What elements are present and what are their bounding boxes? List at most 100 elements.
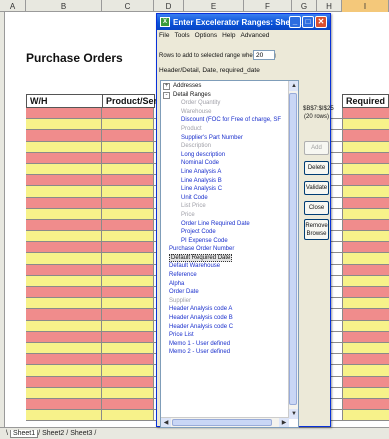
table-cell[interactable] (342, 298, 389, 309)
table-cell[interactable] (342, 376, 389, 387)
tree-item[interactable]: Order Date (161, 288, 289, 297)
table-cell[interactable] (102, 376, 154, 387)
maximize-icon[interactable]: □ (302, 16, 314, 28)
table-cell[interactable] (26, 186, 102, 197)
table-cell[interactable] (342, 287, 389, 298)
tree-item[interactable]: Line Analysis C (161, 185, 289, 194)
tree-item[interactable]: + Addresses (161, 82, 289, 91)
tree-item[interactable]: Header Analysis code B (161, 314, 289, 323)
table-cell[interactable] (102, 298, 154, 309)
scroll-up-icon[interactable]: ▲ (289, 81, 298, 91)
table-cell[interactable] (342, 331, 389, 342)
table-cell[interactable] (342, 231, 389, 242)
tree-item[interactable]: Default Warehouse (161, 262, 289, 271)
tree-item[interactable]: Line Analysis A (161, 168, 289, 177)
table-cell[interactable] (102, 398, 154, 410)
header-cell-required-date[interactable]: Required Date (342, 94, 389, 118)
header-cell-wh[interactable]: W/H (26, 94, 103, 108)
tree-item[interactable]: Warehouse (161, 108, 289, 117)
table-cell[interactable] (102, 365, 154, 376)
table-cell[interactable] (342, 354, 389, 365)
tree-item[interactable]: Description (161, 142, 289, 151)
table-cell[interactable] (102, 309, 154, 320)
remove-browse-button[interactable]: Remove Browse (304, 219, 329, 240)
tree-item[interactable]: Header Analysis code C (161, 323, 289, 332)
table-cell[interactable] (26, 119, 102, 130)
tree-item[interactable]: - Detail Ranges (161, 91, 289, 100)
table-cell[interactable] (342, 309, 389, 320)
tab-sheet1[interactable]: Sheet1 (9, 429, 39, 438)
column-header-h[interactable]: H (317, 0, 342, 12)
table-cell[interactable] (102, 410, 154, 421)
table-cell[interactable] (342, 275, 389, 286)
column-header-d[interactable]: D (154, 0, 184, 12)
table-cell[interactable] (102, 219, 154, 231)
table-cell[interactable] (102, 354, 154, 365)
table-cell[interactable] (342, 320, 389, 331)
table-cell[interactable] (102, 264, 154, 275)
tree-item[interactable]: Default Required Date (161, 253, 289, 263)
table-cell[interactable] (26, 320, 102, 331)
table-cell[interactable] (26, 342, 102, 354)
table-cell[interactable] (342, 119, 389, 130)
menu-file[interactable]: File (159, 32, 169, 39)
table-cell[interactable] (26, 309, 102, 320)
table-cell[interactable] (102, 163, 154, 175)
table-cell[interactable] (26, 298, 102, 309)
header-cell-product[interactable]: Product/Service (102, 94, 175, 108)
horizontal-scroll-thumb[interactable] (172, 419, 272, 426)
tree-item[interactable]: List Price (161, 202, 289, 211)
table-cell[interactable] (26, 398, 102, 410)
table-cell[interactable] (26, 197, 102, 208)
table-cell[interactable] (26, 354, 102, 365)
column-header-i[interactable]: I (342, 0, 389, 12)
tree-item[interactable]: Long description (161, 151, 289, 160)
table-cell[interactable] (102, 342, 154, 354)
table-cell[interactable] (102, 320, 154, 331)
tree-item[interactable]: Memo 2 - User defined (161, 348, 289, 357)
ranges-tree[interactable]: + Addresses - Detail Ranges Order Quantity Wa… (160, 80, 299, 428)
table-cell[interactable] (26, 376, 102, 387)
table-cell[interactable] (342, 398, 389, 410)
scroll-right-icon[interactable]: ▶ (279, 418, 289, 427)
table-cell[interactable] (102, 287, 154, 298)
rows-to-add-input[interactable]: 20 (253, 50, 275, 60)
table-cell[interactable] (342, 163, 389, 175)
table-cell[interactable] (342, 264, 389, 275)
table-cell[interactable] (342, 253, 389, 264)
close-icon[interactable]: ✕ (315, 16, 327, 28)
table-cell[interactable] (26, 253, 102, 264)
menu-advanced[interactable]: Advanced (240, 32, 269, 39)
table-cell[interactable] (102, 253, 154, 264)
tree-horizontal-scrollbar[interactable]: ◀ ▶ (161, 417, 289, 427)
table-cell[interactable] (26, 130, 102, 141)
collapse-icon[interactable]: - (163, 91, 170, 99)
tree-item[interactable]: Project Code (161, 228, 289, 237)
tree-item[interactable]: Reference (161, 271, 289, 280)
table-cell[interactable] (26, 242, 102, 253)
table-cell[interactable] (26, 219, 102, 231)
tree-item[interactable]: Header Analysis code A (161, 305, 289, 314)
tree-item[interactable]: Alpha (161, 280, 289, 289)
table-cell[interactable] (342, 141, 389, 152)
table-cell[interactable] (26, 331, 102, 342)
column-header-g[interactable]: G (292, 0, 317, 12)
table-cell[interactable] (102, 231, 154, 242)
table-cell[interactable] (102, 119, 154, 130)
table-cell[interactable] (26, 287, 102, 298)
table-cell[interactable] (342, 219, 389, 231)
table-cell[interactable] (342, 242, 389, 253)
tree-item[interactable]: Nominal Code (161, 159, 289, 168)
table-cell[interactable] (342, 342, 389, 354)
tree-item[interactable]: PI Expense Code (161, 237, 289, 246)
column-header-e[interactable]: E (184, 0, 244, 12)
tree-item[interactable]: Order Quantity (161, 99, 289, 108)
column-header-a[interactable]: A (0, 0, 26, 12)
table-cell[interactable] (342, 365, 389, 376)
menu-options[interactable]: Options (195, 32, 217, 39)
table-cell[interactable] (102, 197, 154, 208)
table-cell[interactable] (102, 108, 154, 119)
table-cell[interactable] (26, 141, 102, 152)
table-cell[interactable] (102, 186, 154, 197)
table-cell[interactable] (26, 163, 102, 175)
